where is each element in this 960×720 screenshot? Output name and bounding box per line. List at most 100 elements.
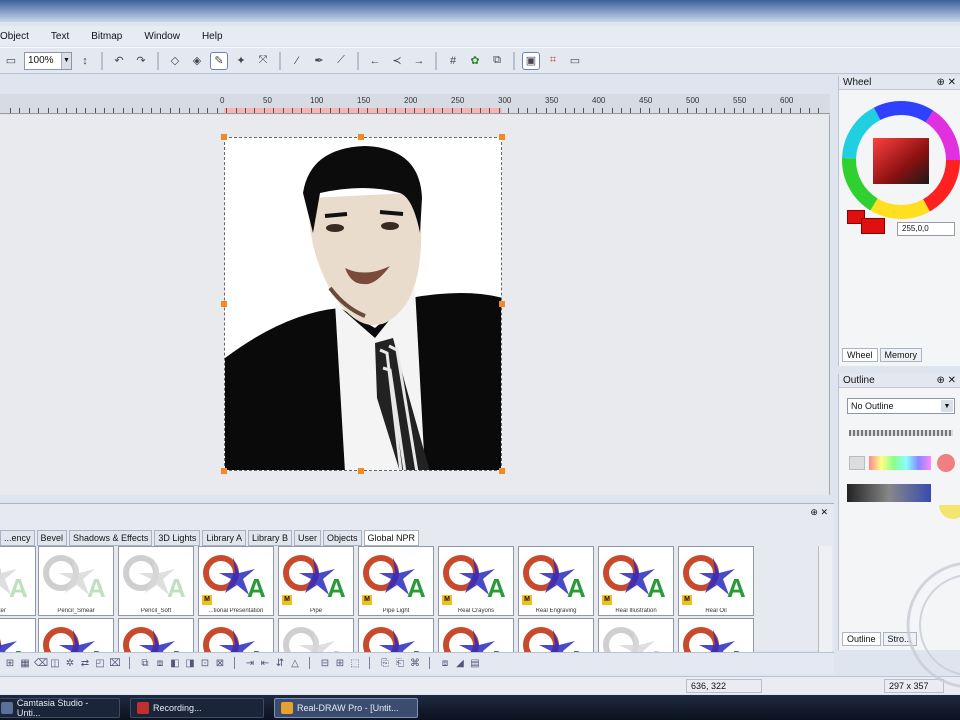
tool-icon[interactable]: ⧉	[139, 658, 151, 670]
style-thumbnail[interactable]: AWater	[0, 546, 36, 616]
portrait-image[interactable]	[224, 137, 502, 471]
selection-handle[interactable]	[499, 301, 505, 307]
library-tab[interactable]: Library B	[247, 530, 292, 546]
arrow-back-icon[interactable]: ≺	[388, 52, 406, 70]
pin-icon[interactable]: ⊕ ✕	[936, 77, 956, 88]
library-scrollbar[interactable]	[818, 546, 832, 652]
menu-window[interactable]: Window	[144, 31, 180, 42]
tool-icon[interactable]: ⧈	[439, 658, 451, 670]
pin-icon[interactable]: ⊕ ✕	[810, 507, 828, 518]
undo-icon[interactable]: ↶	[110, 52, 128, 70]
library-tab[interactable]: User	[293, 530, 321, 546]
taskbar-item-camtasia[interactable]: Camtasia Studio - Unti...	[0, 697, 120, 718]
tool-icon[interactable]: ⌫	[34, 658, 48, 670]
tab-outline[interactable]: Outline	[842, 632, 881, 646]
style-thumbnail[interactable]: A Pipe M	[278, 546, 354, 616]
tool-icon[interactable]: ▦	[19, 658, 31, 670]
tool-icon[interactable]: ⊠	[214, 658, 226, 670]
selection-handle[interactable]	[221, 468, 227, 474]
tool-icon[interactable]: ◫	[49, 658, 61, 670]
library-tab[interactable]: 3D Lights	[154, 530, 201, 546]
transform-icon[interactable]: ⤧	[254, 52, 272, 70]
tool-icon[interactable]: ⇵	[274, 658, 286, 670]
tool-icon[interactable]: ⊞	[4, 658, 16, 670]
tool-icon[interactable]: ▤	[469, 658, 481, 670]
style-thumbnail[interactable]: A Real Engraving M	[518, 546, 594, 616]
color-value-field[interactable]: 255,0,0	[897, 222, 955, 236]
selection-handle[interactable]	[358, 468, 364, 474]
style-thumbnail[interactable]: A	[358, 618, 434, 652]
grid-icon[interactable]: #	[444, 52, 462, 70]
width-slider[interactable]	[849, 430, 953, 436]
tool-icon[interactable]: ◧	[169, 658, 181, 670]
style-thumbnail[interactable]: A Pipe Light M	[358, 546, 434, 616]
node-icon[interactable]: ◇	[166, 52, 184, 70]
shape-icon[interactable]: ◈	[188, 52, 206, 70]
arrow-left-icon[interactable]: ←	[366, 52, 384, 70]
tab-memory[interactable]: Memory	[879, 348, 923, 362]
library-tab[interactable]: Objects	[323, 530, 362, 546]
taskbar-item-recording[interactable]: Recording...	[130, 697, 264, 718]
layers-icon[interactable]: ⧉	[488, 52, 506, 70]
knife-icon[interactable]: ⟋	[332, 52, 350, 70]
tool-icon[interactable]: △	[289, 658, 301, 670]
style-thumbnail[interactable]: A Real Illustration M	[598, 546, 674, 616]
fit-icon[interactable]: ↕	[76, 52, 94, 70]
tab-wheel[interactable]: Wheel	[842, 348, 878, 362]
tool-icon[interactable]: ⇤	[259, 658, 271, 670]
style-thumbnail[interactable]: A	[198, 618, 274, 652]
tool-icon[interactable]: ⊟	[319, 658, 331, 670]
brush-icon[interactable]: ✎	[210, 51, 228, 70]
style-thumbnail[interactable]: A	[678, 618, 754, 652]
tool-icon[interactable]: ⊞	[334, 658, 346, 670]
tool-icon[interactable]: ◰	[94, 658, 106, 670]
color-strip[interactable]	[869, 456, 931, 470]
pen-icon[interactable]: ✒	[310, 52, 328, 70]
style-thumbnail[interactable]: A	[38, 618, 114, 652]
tool-icon[interactable]: ⧈	[154, 658, 166, 670]
outline-select[interactable]: No Outline ▼	[847, 398, 955, 414]
selection-handle[interactable]	[499, 134, 505, 140]
menu-text[interactable]: Text	[51, 31, 69, 42]
tool-icon[interactable]: ⇄	[79, 658, 91, 670]
style-thumbnail[interactable]: A Pencil_Smear	[38, 546, 114, 616]
selection-handle[interactable]	[221, 301, 227, 307]
redo-icon[interactable]: ↷	[132, 52, 150, 70]
gradient-strip[interactable]	[847, 484, 931, 502]
style-thumbnail[interactable]: A Real Crayons M	[438, 546, 514, 616]
tool-icon[interactable]: ⌧	[109, 658, 121, 670]
tool-icon[interactable]: ⇥	[244, 658, 256, 670]
style-thumbnail[interactable]: A ...tional Presentation M	[198, 546, 274, 616]
library-tab[interactable]: Bevel	[36, 530, 68, 546]
style-thumbnail[interactable]: A	[278, 618, 354, 652]
tool-icon[interactable]: ⊡	[199, 658, 211, 670]
eyedropper-icon[interactable]: ⁄	[288, 52, 306, 70]
style-thumbnail[interactable]: A Real Oil M	[678, 546, 754, 616]
plant-icon[interactable]: ✿	[466, 52, 484, 70]
selection-handle[interactable]	[221, 134, 227, 140]
tool-icon[interactable]: ✲	[64, 658, 76, 670]
secondary-color-swatch[interactable]	[861, 218, 885, 234]
pin-icon[interactable]: ⊕ ✕	[936, 375, 956, 386]
window-icon[interactable]: ▭	[566, 52, 584, 70]
style-thumbnail[interactable]: A	[0, 618, 36, 652]
tool-icon[interactable]: ⎗	[394, 658, 406, 670]
style-thumbnail[interactable]: A	[598, 618, 674, 652]
color-ball[interactable]	[937, 454, 955, 472]
library-tab[interactable]: Global NPR	[363, 530, 420, 546]
crop-icon[interactable]: ⌗	[544, 52, 562, 70]
selection-handle[interactable]	[499, 468, 505, 474]
style-thumbnail[interactable]: A	[118, 618, 194, 652]
tool-icon[interactable]: ◨	[184, 658, 196, 670]
tool-icon[interactable]: ⌘	[409, 658, 421, 670]
library-tab[interactable]: Shadows & Effects	[69, 530, 153, 546]
transparent-swatch[interactable]	[849, 456, 865, 470]
arrow-right-icon[interactable]: →	[410, 52, 428, 70]
library-tab[interactable]: Library A	[202, 530, 246, 546]
star-icon[interactable]: ✦	[232, 52, 250, 70]
select-icon[interactable]: ▣	[522, 51, 540, 70]
style-thumbnail[interactable]: A	[438, 618, 514, 652]
style-thumbnail[interactable]: A Pencil_Soft	[118, 546, 194, 616]
layer-icon[interactable]: ▭	[2, 52, 20, 70]
menu-bitmap[interactable]: Bitmap	[91, 31, 122, 42]
